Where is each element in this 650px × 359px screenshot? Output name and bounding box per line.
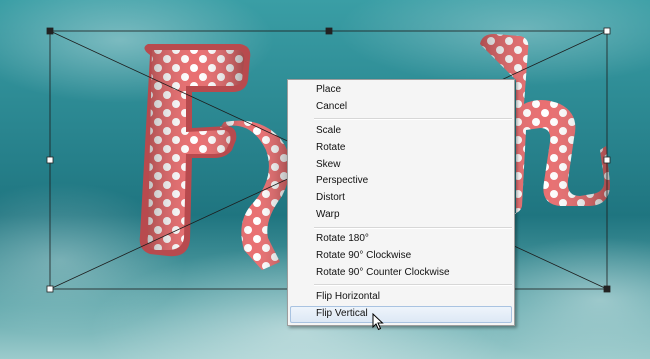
menu-item-place[interactable]: Place [290,82,512,99]
menu-item-perspective[interactable]: Perspective [290,173,512,190]
transform-handle [603,156,611,164]
menu-item-distort[interactable]: Distort [290,190,512,207]
menu-item-skew[interactable]: Skew [290,157,512,174]
menu-item-rotate-90-cw[interactable]: Rotate 90° Clockwise [290,248,512,265]
letter-f-3d [139,44,251,257]
menu-item-flip-vertical[interactable]: Flip Vertical [290,305,512,323]
menu-item-cancel[interactable]: Cancel [290,99,512,116]
menu-item-scale[interactable]: Scale [290,123,512,140]
transform-handle [603,285,611,293]
menu-item-rotate-90-ccw[interactable]: Rotate 90° Counter Clockwise [290,265,512,282]
menu-separator [314,284,512,287]
transform-handle [46,285,54,293]
transform-handle [46,27,54,35]
menu-item-flip-horizontal[interactable]: Flip Horizontal [290,289,512,306]
menu-item-rotate[interactable]: Rotate [290,140,512,157]
menu-item-rotate-180[interactable]: Rotate 180° [290,231,512,248]
menu-separator [314,118,512,121]
transform-handle [603,27,611,35]
mouse-pointer-icon [372,313,384,331]
transform-handle [46,156,54,164]
transform-context-menu: Place Cancel Scale Rotate Skew Perspecti… [287,79,515,326]
transform-handle [325,27,333,35]
menu-separator [314,226,512,229]
menu-item-warp[interactable]: Warp [290,207,512,224]
